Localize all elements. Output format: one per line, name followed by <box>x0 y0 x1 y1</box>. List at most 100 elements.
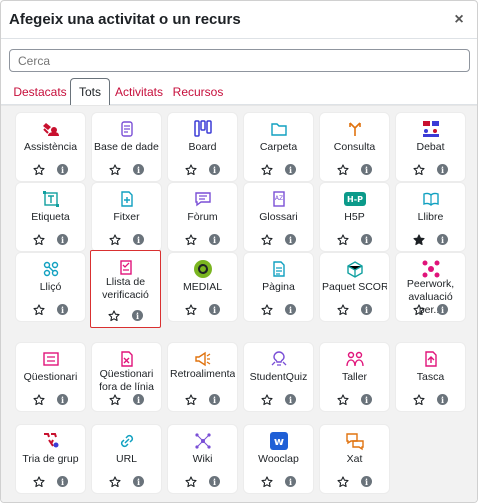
info-icon[interactable]: i <box>209 304 220 315</box>
star-icon[interactable] <box>185 394 197 406</box>
info-icon[interactable]: i <box>285 164 296 175</box>
module-card[interactable]: Consulta i <box>319 112 390 182</box>
module-card[interactable]: w Wooclap i <box>243 424 314 494</box>
module-card[interactable]: Qüestionari i <box>15 342 86 412</box>
module-card[interactable]: Lliçó i <box>15 252 86 322</box>
info-icon[interactable]: i <box>285 304 296 315</box>
info-icon[interactable]: i <box>132 310 143 321</box>
info-icon[interactable]: i <box>57 394 68 405</box>
star-icon[interactable] <box>337 234 349 246</box>
star-icon[interactable] <box>33 476 45 488</box>
star-icon[interactable] <box>413 394 425 406</box>
info-icon[interactable]: i <box>57 304 68 315</box>
star-icon[interactable] <box>109 476 121 488</box>
info-icon[interactable]: i <box>57 476 68 487</box>
info-icon[interactable]: i <box>361 304 372 315</box>
tab-all[interactable]: Tots <box>70 78 110 106</box>
star-icon[interactable] <box>108 310 120 322</box>
star-icon[interactable] <box>261 394 273 406</box>
module-card[interactable]: Wiki i <box>167 424 238 494</box>
dialog-title: Afegeix una activitat o un recurs <box>9 11 241 28</box>
module-card[interactable]: MEDIAL i <box>167 252 238 322</box>
star-filled-icon[interactable] <box>413 234 425 246</box>
activity-chooser-dialog: Afegeix una activitat o un recurs × Dest… <box>0 0 478 503</box>
module-card[interactable]: Taller i <box>319 342 390 412</box>
module-card[interactable]: Fòrum i <box>167 182 238 252</box>
info-icon[interactable]: i <box>437 234 448 245</box>
info-icon[interactable]: i <box>285 476 296 487</box>
module-actions: i <box>168 234 237 246</box>
module-label: Retroalimentació <box>170 368 235 380</box>
module-card[interactable]: Tasca i <box>395 342 466 412</box>
info-icon[interactable]: i <box>133 394 144 405</box>
module-card[interactable]: URL i <box>91 424 162 494</box>
star-icon[interactable] <box>185 164 197 176</box>
search-input[interactable] <box>9 49 470 72</box>
info-icon[interactable]: i <box>209 394 220 405</box>
module-card[interactable]: Assistència i <box>15 112 86 182</box>
star-icon[interactable] <box>261 476 273 488</box>
star-icon[interactable] <box>337 394 349 406</box>
module-card[interactable]: Xat i <box>319 424 390 494</box>
info-icon[interactable]: i <box>209 234 220 245</box>
star-icon[interactable] <box>33 164 45 176</box>
star-icon[interactable] <box>109 394 121 406</box>
module-card[interactable]: Fitxer i <box>91 182 162 252</box>
star-icon[interactable] <box>33 394 45 406</box>
module-card[interactable]: Pàgina i <box>243 252 314 322</box>
star-icon[interactable] <box>185 234 197 246</box>
star-icon[interactable] <box>261 164 273 176</box>
info-icon[interactable]: i <box>437 164 448 175</box>
module-card[interactable]: Llibre i <box>395 182 466 252</box>
module-card[interactable]: H-P H5P i <box>319 182 390 252</box>
star-icon[interactable] <box>261 304 273 316</box>
info-icon[interactable]: i <box>437 304 448 315</box>
info-icon[interactable]: i <box>57 164 68 175</box>
module-card[interactable]: Board i <box>167 112 238 182</box>
module-card[interactable]: Qüestionari fora de línia i <box>91 342 162 412</box>
star-icon[interactable] <box>109 234 121 246</box>
module-card[interactable]: Debat i <box>395 112 466 182</box>
star-icon[interactable] <box>337 164 349 176</box>
info-icon[interactable]: i <box>133 164 144 175</box>
module-card[interactable]: Base de dades i <box>91 112 162 182</box>
star-icon[interactable] <box>413 304 425 316</box>
star-icon[interactable] <box>337 304 349 316</box>
module-card[interactable]: Retroalimentació i <box>167 342 238 412</box>
svg-text:w: w <box>273 435 283 448</box>
info-icon[interactable]: i <box>437 394 448 405</box>
info-icon[interactable]: i <box>209 476 220 487</box>
peerwork-icon <box>396 259 465 279</box>
info-icon[interactable]: i <box>361 476 372 487</box>
star-icon[interactable] <box>109 164 121 176</box>
info-icon[interactable]: i <box>57 234 68 245</box>
tab-featured[interactable]: Destacats <box>11 79 69 105</box>
module-card[interactable]: StudentQuiz i <box>243 342 314 412</box>
tab-resources[interactable]: Recursos <box>171 79 225 105</box>
module-card[interactable]: Tria de grup i <box>15 424 86 494</box>
star-icon[interactable] <box>413 164 425 176</box>
info-icon[interactable]: i <box>133 476 144 487</box>
info-icon[interactable]: i <box>361 394 372 405</box>
info-icon[interactable]: i <box>209 164 220 175</box>
star-icon[interactable] <box>185 304 197 316</box>
module-card[interactable]: Peerwork, avaluació per... i <box>395 252 466 322</box>
info-icon[interactable]: i <box>285 394 296 405</box>
info-icon[interactable]: i <box>133 234 144 245</box>
tab-activities[interactable]: Activitats <box>111 79 167 105</box>
module-card[interactable]: AZ Glossari i <box>243 182 314 252</box>
module-actions: i <box>16 304 85 316</box>
module-card[interactable]: Carpeta i <box>243 112 314 182</box>
star-icon[interactable] <box>33 234 45 246</box>
info-icon[interactable]: i <box>361 164 372 175</box>
module-card[interactable]: Llista de verificació i <box>90 250 161 328</box>
info-icon[interactable]: i <box>361 234 372 245</box>
star-icon[interactable] <box>337 476 349 488</box>
close-icon[interactable]: × <box>451 11 467 29</box>
module-card[interactable]: Etiqueta i <box>15 182 86 252</box>
star-icon[interactable] <box>185 476 197 488</box>
star-icon[interactable] <box>33 304 45 316</box>
info-icon[interactable]: i <box>285 234 296 245</box>
star-icon[interactable] <box>261 234 273 246</box>
module-card[interactable]: Paquet SCORM i <box>319 252 390 322</box>
